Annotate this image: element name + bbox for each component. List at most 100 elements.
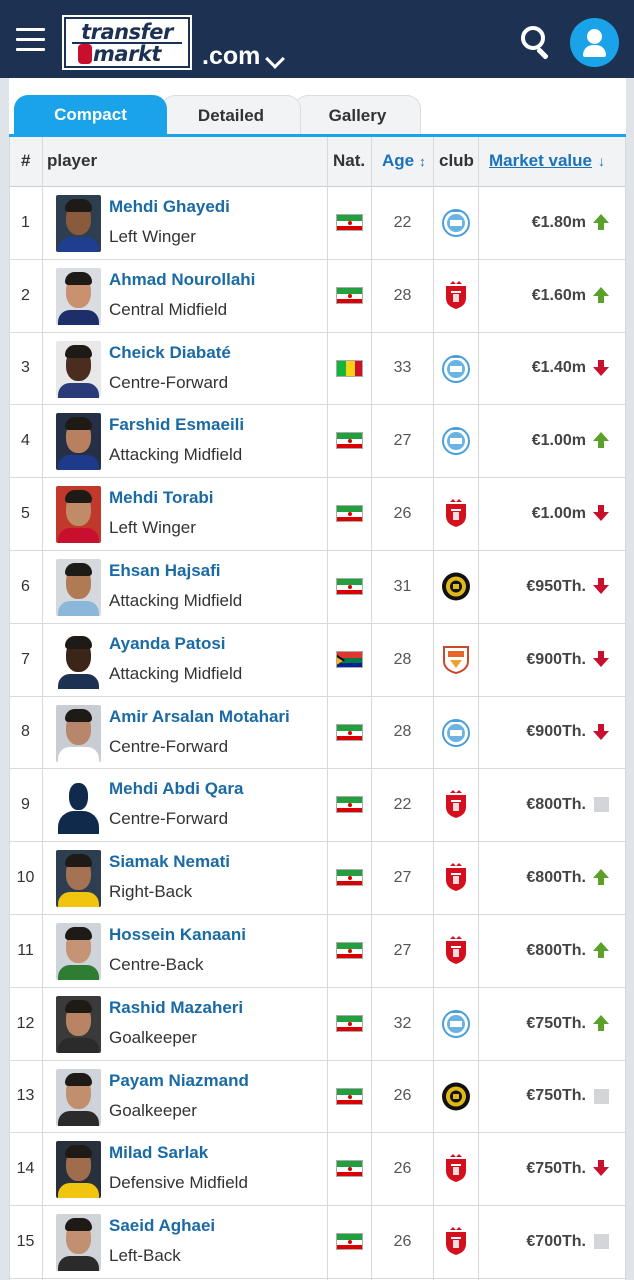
player-name-link[interactable]: Mehdi Torabi	[109, 488, 214, 508]
player-photo[interactable]	[56, 267, 101, 325]
player-photo[interactable]	[56, 704, 101, 762]
player-photo[interactable]	[56, 631, 101, 689]
club-persepolis-icon[interactable]	[441, 935, 471, 966]
table-row[interactable]: 5 Mehdi Torabi Left Winger 26 €1.00m	[9, 478, 626, 551]
table-row[interactable]: 7 Ayanda Patosi Attacking Midfield 28 €900Th…	[9, 623, 626, 697]
club-foolad-icon[interactable]	[441, 644, 471, 675]
table-row[interactable]: 6 Ehsan Hajsafi Attacking Midfield 31 €950Th…	[9, 550, 626, 624]
market-value[interactable]: €1.60m	[532, 260, 586, 332]
col-header-age-label[interactable]: Age	[382, 151, 414, 170]
club-esteghlal-icon[interactable]	[441, 353, 471, 384]
col-header-market-value-label[interactable]: Market value	[489, 151, 592, 170]
player-name-link[interactable]: Saeid Aghaei	[109, 1216, 215, 1236]
club-persepolis-icon[interactable]	[441, 1153, 471, 1184]
col-header-age[interactable]: Age ↕	[382, 137, 426, 187]
player-name-link[interactable]: Payam Niazmand	[109, 1071, 249, 1091]
table-row[interactable]: 13 Payam Niazmand Goalkeeper 26 €750Th.	[9, 1060, 626, 1134]
club-esteghlal-icon[interactable]	[441, 1008, 471, 1039]
table-row[interactable]: 11 Hossein Kanaani Centre-Back 27 €800Th.	[9, 914, 626, 988]
player-photo[interactable]	[56, 1214, 101, 1272]
club-esteghlal-icon[interactable]	[441, 717, 471, 748]
logo-text-bottom: markt	[93, 42, 161, 66]
market-value[interactable]: €750Th.	[526, 988, 586, 1060]
market-value[interactable]: €950Th.	[526, 551, 586, 623]
menu-icon[interactable]	[16, 28, 45, 52]
table-row[interactable]: 3 Cheick Diabaté Centre-Forward 33 €1.40m	[9, 332, 626, 406]
club-persepolis-icon[interactable]	[441, 280, 471, 311]
table-row[interactable]: 12 Rashid Mazaheri Goalkeeper 32 €750Th.	[9, 987, 626, 1061]
player-name-link[interactable]: Milad Sarlak	[109, 1143, 208, 1163]
market-value[interactable]: €900Th.	[526, 697, 586, 769]
table-row[interactable]: 9 Mehdi Abdi Qara Centre-Forward 22 €800Th.	[9, 769, 626, 843]
market-value[interactable]: €750Th.	[526, 1061, 586, 1133]
player-photo[interactable]	[56, 413, 101, 471]
market-value[interactable]: €750Th.	[526, 1133, 586, 1205]
market-value[interactable]: €1.00m	[532, 405, 586, 477]
player-name-link[interactable]: Amir Arsalan Motahari	[109, 707, 290, 727]
club-persepolis-icon[interactable]	[441, 1226, 471, 1257]
tab-compact[interactable]: Compact	[14, 95, 167, 135]
domain-selector[interactable]: .com	[202, 42, 260, 71]
player-name-link[interactable]: Ayanda Patosi	[109, 634, 226, 654]
club-persepolis-icon[interactable]	[441, 862, 471, 893]
player-photo[interactable]	[56, 195, 101, 252]
market-value[interactable]: €800Th.	[526, 842, 586, 914]
player-name-link[interactable]: Cheick Diabaté	[109, 343, 231, 363]
club-persepolis-icon[interactable]	[441, 498, 471, 529]
tab-gallery[interactable]: Gallery	[294, 95, 421, 135]
player-photo[interactable]	[56, 486, 101, 544]
player-photo-placeholder[interactable]	[56, 777, 101, 835]
club-esteghlal-icon[interactable]	[441, 207, 471, 238]
site-logo[interactable]: transfer markt	[62, 15, 192, 70]
player-position: Left Winger	[109, 518, 196, 538]
table-row[interactable]: 4 Farshid Esmaeili Attacking Midfield 27 €1.…	[9, 405, 626, 479]
flag-iran-icon	[336, 505, 363, 523]
player-name-link[interactable]: Siamak Nemati	[109, 852, 230, 872]
club-persepolis-icon[interactable]	[441, 789, 471, 820]
player-name-link[interactable]: Rashid Mazaheri	[109, 998, 243, 1018]
player-photo[interactable]	[56, 340, 101, 398]
player-name-link[interactable]: Ahmad Nourollahi	[109, 270, 255, 290]
market-value[interactable]: €1.00m	[532, 478, 586, 550]
market-value[interactable]: €700Th.	[526, 1206, 586, 1278]
player-photo[interactable]	[56, 1068, 101, 1126]
market-value[interactable]: €800Th.	[526, 915, 586, 987]
trend-unchanged-icon	[593, 1233, 610, 1250]
table-row[interactable]: 14 Milad Sarlak Defensive Midfield 26 €750Th…	[9, 1133, 626, 1207]
player-age: 31	[393, 577, 412, 595]
player-position: Goalkeeper	[109, 1027, 197, 1047]
player-photo[interactable]	[56, 558, 101, 616]
player-photo[interactable]	[56, 922, 101, 980]
market-value[interactable]: €1.80m	[532, 187, 586, 259]
table-row[interactable]: 1 Mehdi Ghayedi Left Winger 22 €1.80m	[9, 187, 626, 260]
player-position: Centre-Forward	[109, 372, 229, 392]
tab-detailed[interactable]: Detailed	[161, 95, 301, 135]
player-name-link[interactable]: Mehdi Abdi Qara	[109, 779, 243, 799]
market-value[interactable]: €900Th.	[526, 624, 586, 696]
table-row[interactable]: 2 Ahmad Nourollahi Central Midfield 28 €1.60…	[9, 259, 626, 333]
market-value[interactable]: €800Th.	[526, 769, 586, 841]
player-photo[interactable]	[56, 1141, 101, 1199]
chevron-down-icon[interactable]	[265, 49, 285, 69]
player-name-link[interactable]: Mehdi Ghayedi	[109, 197, 230, 217]
table-row[interactable]: 10 Siamak Nemati Right-Back 27 €800Th.	[9, 842, 626, 915]
player-photo[interactable]	[56, 995, 101, 1053]
trend-up-icon	[593, 869, 610, 886]
player-name-link[interactable]: Hossein Kanaani	[109, 925, 246, 945]
sort-down-arrow-icon[interactable]: ↓	[598, 153, 605, 169]
trend-down-icon	[593, 650, 610, 668]
club-sepahan-icon[interactable]	[441, 571, 471, 602]
flag-iran-icon	[336, 1160, 363, 1178]
player-name-link[interactable]: Farshid Esmaeili	[109, 415, 244, 435]
sort-arrows-icon[interactable]: ↕	[419, 154, 426, 169]
club-esteghlal-icon[interactable]	[441, 425, 471, 456]
player-name-link[interactable]: Ehsan Hajsafi	[109, 561, 221, 581]
col-header-market-value[interactable]: Market value ↓	[489, 137, 605, 187]
club-sepahan-icon[interactable]	[441, 1081, 471, 1112]
search-icon[interactable]	[521, 26, 553, 60]
user-account-icon[interactable]	[570, 18, 619, 67]
table-row[interactable]: 15 Saeid Aghaei Left-Back 26 €700Th.	[9, 1206, 626, 1279]
player-photo[interactable]	[56, 850, 101, 908]
table-row[interactable]: 8 Amir Arsalan Motahari Centre-Forward 28 €9…	[9, 696, 626, 770]
market-value[interactable]: €1.40m	[532, 333, 586, 405]
